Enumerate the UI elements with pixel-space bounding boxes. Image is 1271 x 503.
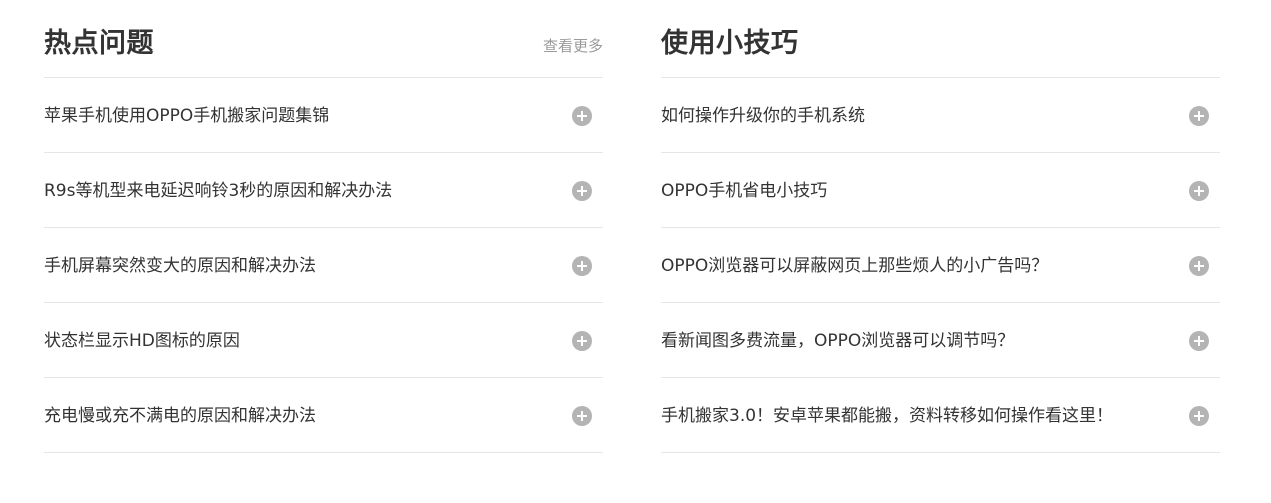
tip-item[interactable]: OPPO手机省电小技巧 — [661, 153, 1220, 228]
hot-question-label: 状态栏显示HD图标的原因 — [44, 331, 240, 351]
tip-label: OPPO浏览器可以屏蔽网页上那些烦人的小广告吗？ — [661, 256, 1049, 276]
tip-item[interactable]: OPPO浏览器可以屏蔽网页上那些烦人的小广告吗？ — [661, 228, 1220, 303]
usage-tips-list: 如何操作升级你的手机系统 OPPO手机省电小技巧 OPPO浏览器可以屏蔽网页上那… — [661, 78, 1220, 453]
hot-questions-panel: 热点问题 查看更多 苹果手机使用OPPO手机搬家问题集锦 R9s等机型来电延迟响… — [44, 0, 603, 453]
tip-label: 如何操作升级你的手机系统 — [661, 106, 865, 126]
plus-circle-icon[interactable] — [572, 256, 592, 276]
usage-tips-header: 使用小技巧 — [661, 0, 1220, 78]
hot-question-label: R9s等机型来电延迟响铃3秒的原因和解决办法 — [44, 181, 393, 201]
usage-tips-panel: 使用小技巧 如何操作升级你的手机系统 OPPO手机省电小技巧 OPPO浏览器可以… — [661, 0, 1220, 453]
view-more-link[interactable]: 查看更多 — [543, 36, 603, 56]
tip-item[interactable]: 如何操作升级你的手机系统 — [661, 78, 1220, 153]
tip-item[interactable]: 手机搬家3.0！安卓苹果都能搬，资料转移如何操作看这里！ — [661, 378, 1220, 453]
hot-question-item[interactable]: 手机屏幕突然变大的原因和解决办法 — [44, 228, 603, 303]
tip-label: OPPO手机省电小技巧 — [661, 181, 828, 201]
plus-circle-icon[interactable] — [572, 181, 592, 201]
plus-circle-icon[interactable] — [1189, 406, 1209, 426]
tip-item[interactable]: 看新闻图多费流量，OPPO浏览器可以调节吗？ — [661, 303, 1220, 378]
plus-circle-icon[interactable] — [572, 331, 592, 351]
plus-circle-icon[interactable] — [1189, 106, 1209, 126]
plus-circle-icon[interactable] — [1189, 181, 1209, 201]
plus-circle-icon[interactable] — [572, 106, 592, 126]
hot-question-item[interactable]: 苹果手机使用OPPO手机搬家问题集锦 — [44, 78, 603, 153]
hot-questions-list: 苹果手机使用OPPO手机搬家问题集锦 R9s等机型来电延迟响铃3秒的原因和解决办… — [44, 78, 603, 453]
plus-circle-icon[interactable] — [1189, 256, 1209, 276]
faq-section: 热点问题 查看更多 苹果手机使用OPPO手机搬家问题集锦 R9s等机型来电延迟响… — [0, 0, 1271, 503]
hot-question-item[interactable]: 状态栏显示HD图标的原因 — [44, 303, 603, 378]
tip-label: 看新闻图多费流量，OPPO浏览器可以调节吗？ — [661, 331, 1015, 351]
hot-question-label: 充电慢或充不满电的原因和解决办法 — [44, 406, 316, 426]
hot-question-item[interactable]: 充电慢或充不满电的原因和解决办法 — [44, 378, 603, 453]
hot-question-item[interactable]: R9s等机型来电延迟响铃3秒的原因和解决办法 — [44, 153, 603, 228]
hot-question-label: 苹果手机使用OPPO手机搬家问题集锦 — [44, 106, 330, 126]
usage-tips-title: 使用小技巧 — [661, 28, 799, 59]
plus-circle-icon[interactable] — [572, 406, 592, 426]
hot-questions-header: 热点问题 查看更多 — [44, 0, 603, 78]
plus-circle-icon[interactable] — [1189, 331, 1209, 351]
hot-questions-title: 热点问题 — [44, 28, 154, 59]
hot-question-label: 手机屏幕突然变大的原因和解决办法 — [44, 256, 316, 276]
tip-label: 手机搬家3.0！安卓苹果都能搬，资料转移如何操作看这里！ — [661, 406, 1114, 426]
